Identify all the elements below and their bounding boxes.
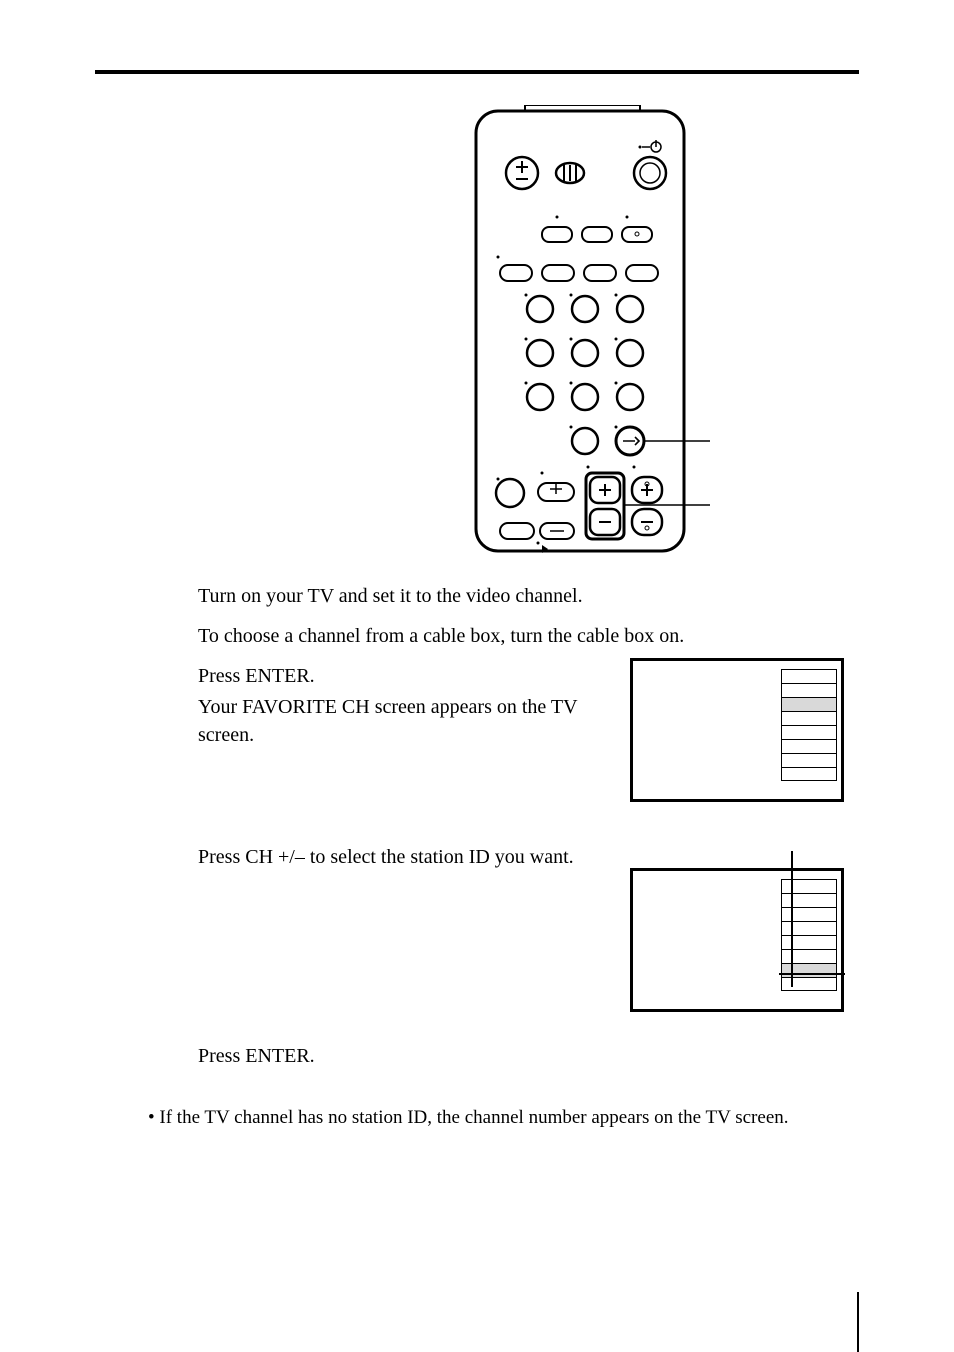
- favorite-ch-table-a: [781, 669, 837, 781]
- manual-page: Turn on your TV and set it to the video …: [0, 0, 954, 1352]
- step-2-text: To choose a channel from a cable box, tu…: [198, 622, 838, 650]
- cursor-horizontal: [779, 973, 845, 975]
- favorite-ch-figure-b: [630, 868, 844, 1012]
- note-bullet: • If the TV channel has no station ID, t…: [148, 1104, 848, 1131]
- step-3-sub: Your FAVORITE CH screen appears on the T…: [198, 693, 603, 749]
- step-4-text: Press CH +/– to select the station ID yo…: [198, 843, 588, 871]
- remote-svg: [470, 105, 710, 560]
- step-5-text: Press ENTER.: [198, 1042, 598, 1070]
- top-rule: [95, 70, 859, 74]
- step-1-text: Turn on your TV and set it to the video …: [198, 582, 808, 610]
- cursor-vertical: [791, 851, 793, 987]
- favorite-ch-figure-a: [630, 658, 844, 802]
- remote-illustration: [470, 105, 710, 560]
- bullet-icon: •: [148, 1107, 159, 1128]
- note-body: If the TV channel has no station ID, the…: [159, 1107, 788, 1128]
- step-3-text: Press ENTER.: [198, 662, 598, 690]
- page-corner-mark: [857, 1292, 859, 1352]
